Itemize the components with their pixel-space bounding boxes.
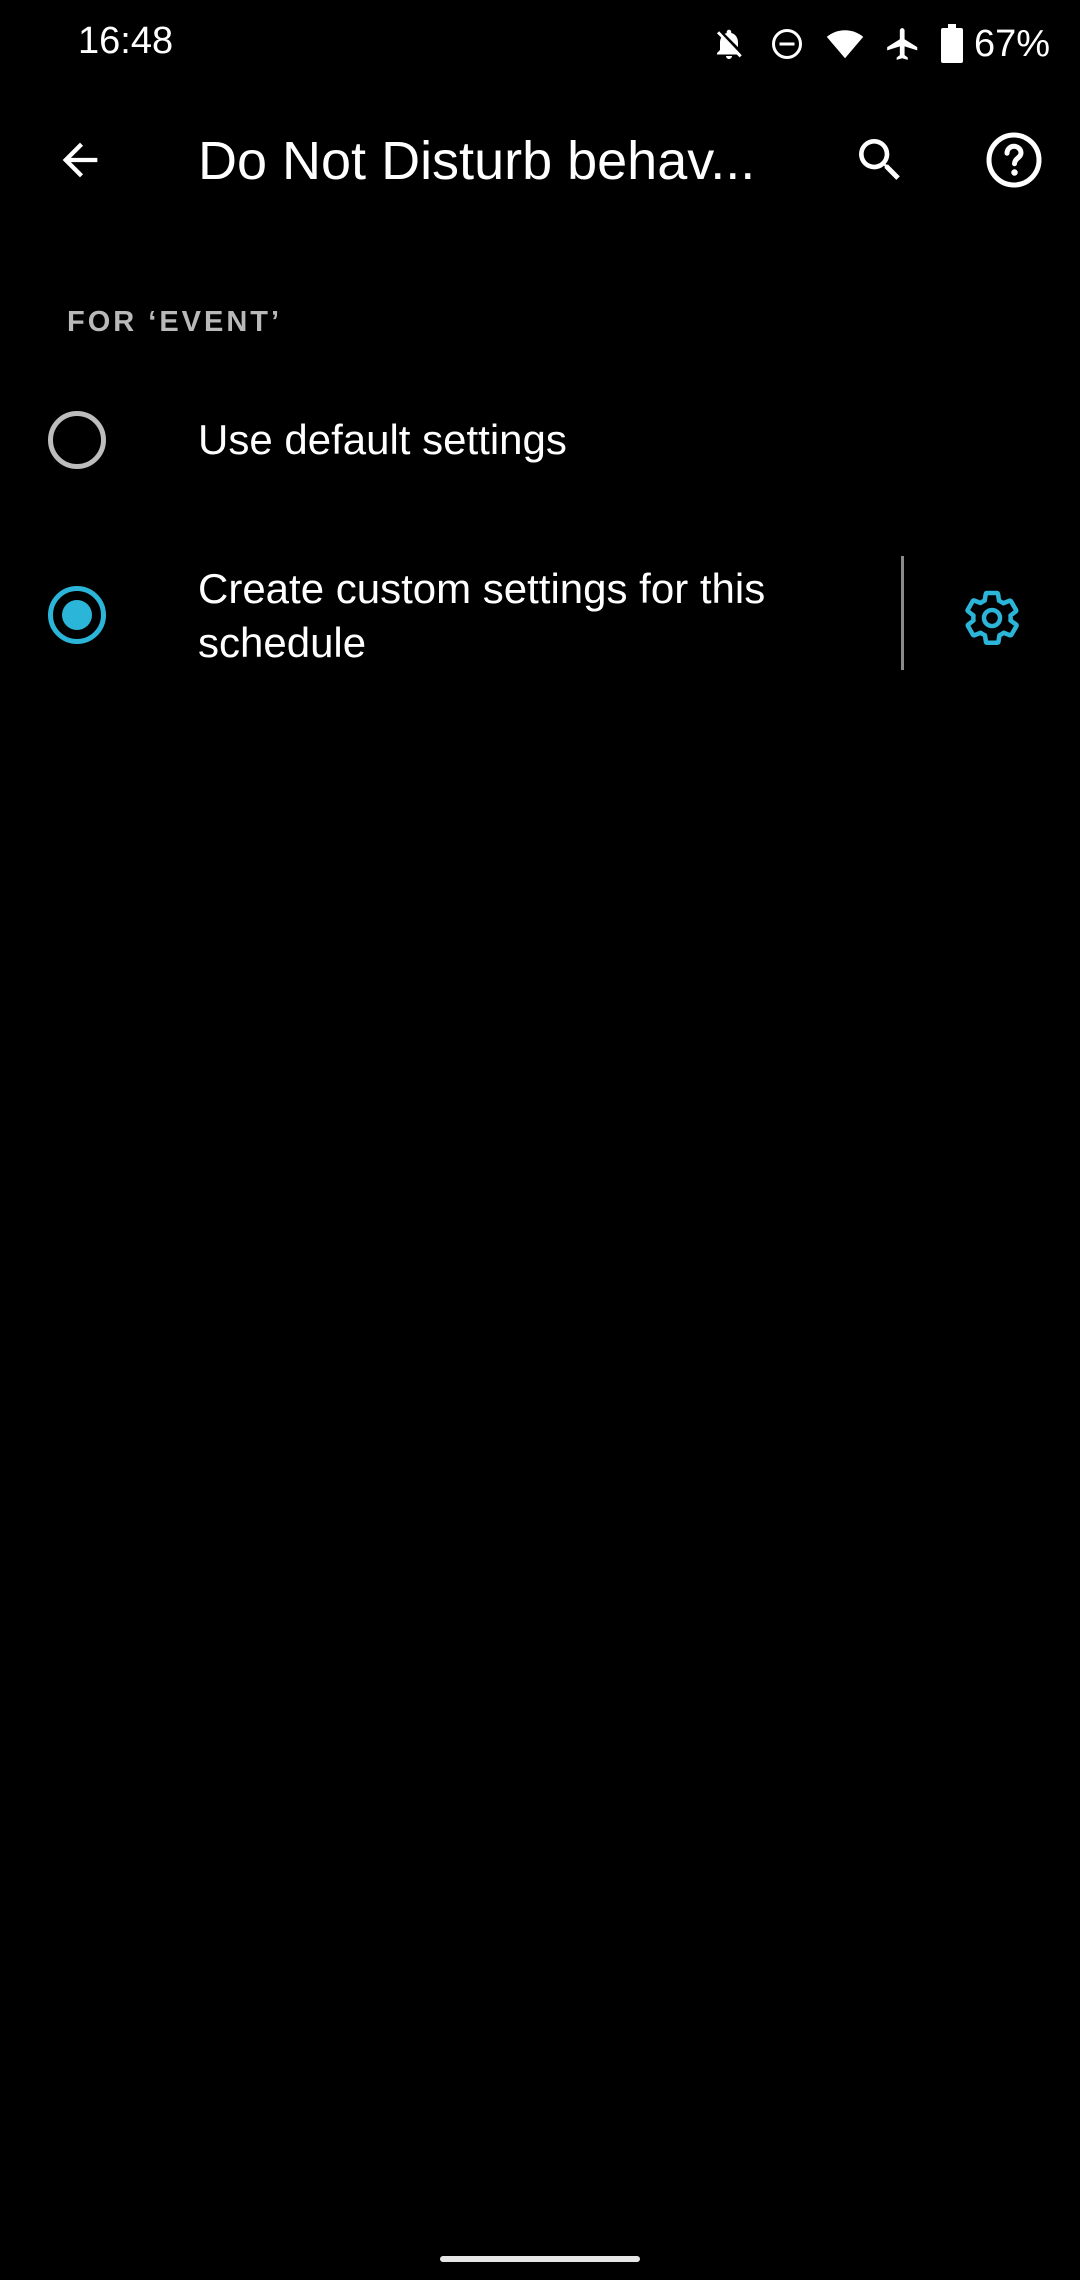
page-title: Do Not Disturb behav... <box>198 131 756 191</box>
status-icons: 67% <box>694 18 1050 70</box>
back-arrow-icon <box>62 142 98 178</box>
radio-button-selected[interactable] <box>48 586 106 644</box>
search-button[interactable] <box>840 120 920 200</box>
option-create-custom-settings[interactable]: Create custom settings for this schedule <box>0 540 1080 690</box>
wifi-icon <box>822 21 868 67</box>
help-icon <box>986 132 1042 188</box>
search-icon <box>859 139 900 180</box>
option-use-default-settings[interactable]: Use default settings <box>0 380 1080 500</box>
gesture-nav-handle[interactable] <box>440 2256 640 2262</box>
custom-settings-button[interactable] <box>956 582 1028 654</box>
vertical-divider <box>901 556 904 670</box>
gear-icon <box>965 590 1019 645</box>
status-bar: 16:48 67% <box>0 0 1080 90</box>
battery-percentage: 67% <box>973 22 1050 65</box>
help-button[interactable] <box>974 120 1054 200</box>
battery-icon <box>938 21 966 67</box>
airplane-icon <box>880 21 926 67</box>
bell-off-icon <box>706 21 752 67</box>
app-bar: Do Not Disturb behav... <box>0 100 1080 220</box>
option-label: Create custom settings for this schedule <box>198 565 766 666</box>
option-label: Use default settings <box>198 416 567 463</box>
radio-button-unselected[interactable] <box>48 411 106 469</box>
status-time: 16:48 <box>78 20 174 62</box>
section-header: FOR ‘EVENT’ <box>67 306 283 338</box>
dnd-icon <box>764 21 810 67</box>
back-button[interactable] <box>40 120 120 200</box>
